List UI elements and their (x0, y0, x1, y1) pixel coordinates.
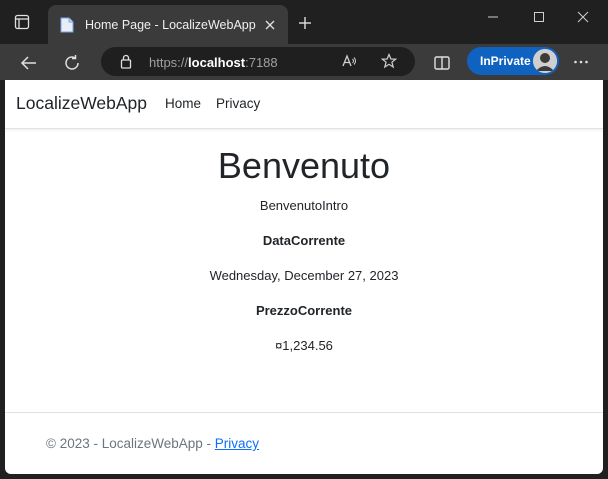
navbar-brand[interactable]: LocalizeWebApp (16, 93, 147, 114)
nav-link-privacy[interactable]: Privacy (216, 96, 260, 111)
page-viewport: LocalizeWebApp Home Privacy Benvenuto Be… (5, 80, 603, 474)
browser-tab[interactable]: Home Page - LocalizeWebApp (48, 5, 288, 44)
minimize-icon[interactable] (486, 10, 500, 24)
page-title: Benvenuto (217, 145, 391, 186)
avatar-icon (533, 49, 557, 73)
page-favicon-icon (60, 17, 74, 33)
url-scheme: https:// (149, 55, 189, 70)
nav-link-home[interactable]: Home (165, 96, 201, 111)
read-aloud-icon[interactable] (341, 53, 357, 69)
split-screen-icon[interactable] (433, 54, 451, 72)
url-text[interactable]: https://localhost:7188 (149, 55, 278, 70)
favorite-star-icon[interactable] (381, 53, 397, 69)
footer-privacy-link[interactable]: Privacy (215, 436, 259, 451)
site-footer: © 2023 - LocalizeWebApp - Privacy (5, 412, 603, 474)
browser-tab-bar: Home Page - LocalizeWebApp (0, 0, 608, 44)
inprivate-button[interactable]: InPrivate (467, 47, 559, 75)
window-menu-icon[interactable] (14, 14, 30, 30)
inprivate-label: InPrivate (480, 54, 531, 68)
price-value: ¤1,234.56 (275, 338, 333, 353)
site-navbar: LocalizeWebApp Home Privacy (5, 80, 603, 129)
price-label: PrezzoCorrente (255, 303, 353, 318)
browser-toolbar: https://localhost:7188 InPrivate (0, 44, 608, 80)
close-icon[interactable] (263, 18, 277, 32)
lock-icon[interactable] (120, 54, 132, 69)
date-label: DataCorrente (262, 233, 346, 248)
maximize-icon[interactable] (532, 10, 546, 24)
footer-text: © 2023 - LocalizeWebApp - Privacy (46, 436, 259, 451)
back-arrow-icon[interactable] (20, 54, 38, 72)
intro-text: BenvenutoIntro (259, 198, 349, 213)
date-value: Wednesday, December 27, 2023 (209, 268, 399, 283)
url-port: :7188 (245, 55, 278, 70)
plus-icon[interactable] (298, 16, 312, 30)
refresh-icon[interactable] (63, 54, 81, 72)
close-window-icon[interactable] (576, 10, 590, 24)
url-host: localhost (188, 55, 246, 70)
more-dots-icon[interactable] (573, 54, 589, 70)
footer-copyright: © 2023 - LocalizeWebApp - (46, 436, 215, 451)
tab-title: Home Page - LocalizeWebApp (85, 18, 256, 32)
address-bar[interactable]: https://localhost:7188 (101, 47, 415, 76)
